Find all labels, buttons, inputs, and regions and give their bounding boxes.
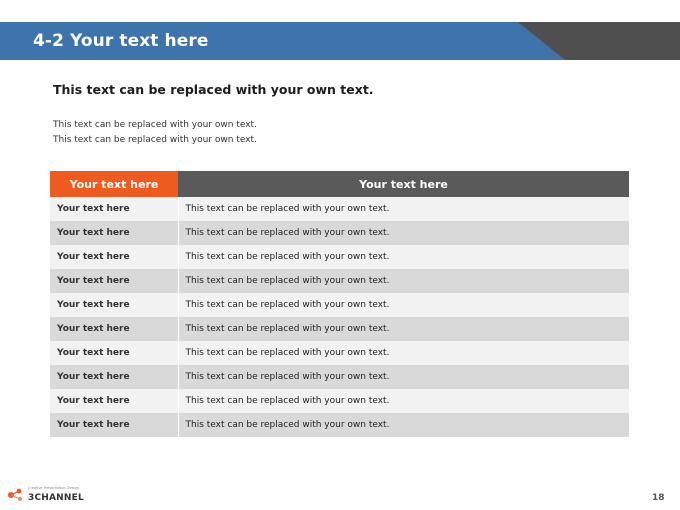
logo-text: 3CHANNEL [28, 493, 84, 503]
table-cell-label: Your text here [50, 293, 179, 317]
slide-subtitle: This text can be replaced with your own … [53, 82, 374, 97]
table-cell-label: Your text here [50, 341, 179, 365]
table-header-cell: Your text here [50, 171, 178, 197]
table-row: Your text here This text can be replaced… [50, 341, 629, 365]
table-cell-label: Your text here [50, 413, 179, 437]
table-cell-label: Your text here [50, 365, 179, 389]
table-cell-text: This text can be replaced with your own … [178, 389, 629, 413]
content-table: Your text here Your text here Your text … [50, 171, 629, 437]
table-cell-label: Your text here [50, 245, 179, 269]
table-row: Your text here This text can be replaced… [50, 413, 629, 437]
table-row: Your text here This text can be replaced… [50, 365, 629, 389]
description-block: This text can be replaced with your own … [53, 118, 257, 148]
table-cell-text: This text can be replaced with your own … [178, 245, 629, 269]
page-title: 4-2 Your text here [33, 31, 209, 51]
table-cell-text: This text can be replaced with your own … [178, 197, 629, 221]
table-row: Your text here This text can be replaced… [50, 269, 629, 293]
table-cell-label: Your text here [50, 269, 179, 293]
table-cell-text: This text can be replaced with your own … [178, 341, 629, 365]
table-row: Your text here This text can be replaced… [50, 389, 629, 413]
table-row: Your text here This text can be replaced… [50, 197, 629, 221]
table-cell-text: This text can be replaced with your own … [178, 365, 629, 389]
table-cell-text: This text can be replaced with your own … [178, 317, 629, 341]
page-number: 18 [652, 493, 665, 503]
brand-logo-icon [8, 488, 22, 501]
table-cell-text: This text can be replaced with your own … [178, 293, 629, 317]
table-cell-label: Your text here [50, 389, 179, 413]
table-cell-label: Your text here [50, 197, 179, 221]
table-cell-text: This text can be replaced with your own … [178, 221, 629, 245]
table-row: Your text here This text can be replaced… [50, 221, 629, 245]
table-row: Your text here This text can be replaced… [50, 293, 629, 317]
table-header-cell: Your text here [178, 171, 629, 197]
table-header-row: Your text here Your text here [50, 171, 629, 197]
table-cell-label: Your text here [50, 221, 179, 245]
table-row: Your text here This text can be replaced… [50, 245, 629, 269]
description-line: This text can be replaced with your own … [53, 120, 257, 130]
table-cell-text: This text can be replaced with your own … [178, 269, 629, 293]
table-row: Your text here This text can be replaced… [50, 317, 629, 341]
logo-tagline: Creative Presentation Design [28, 486, 79, 490]
table-cell-text: This text can be replaced with your own … [178, 413, 629, 437]
description-line: This text can be replaced with your own … [53, 135, 257, 145]
table-cell-label: Your text here [50, 317, 179, 341]
